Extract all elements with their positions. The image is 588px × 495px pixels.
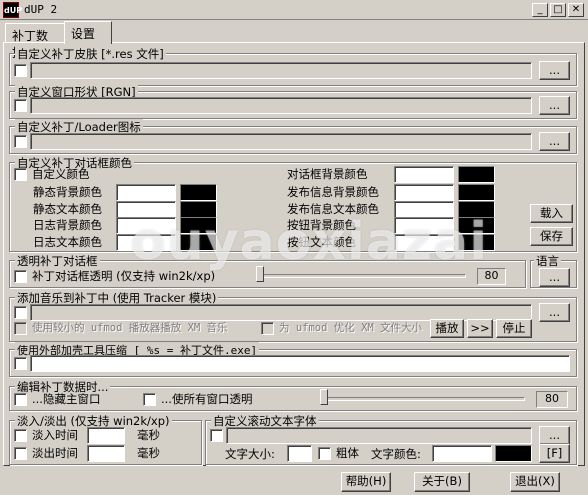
music-checkbox[interactable] (14, 306, 27, 319)
font-color-label: 文字颜色: (371, 447, 421, 461)
button-bg-color-swatch[interactable] (458, 217, 495, 234)
close-icon[interactable]: ✕ (568, 3, 584, 17)
skin-checkbox[interactable] (14, 64, 27, 77)
play-button[interactable]: 播放 (430, 319, 464, 338)
scroll-font-browse-button[interactable]: ... (539, 426, 570, 445)
small-player-checkbox[interactable] (14, 322, 27, 335)
save-colors-button[interactable]: 保存 (530, 227, 573, 246)
transparent-all-checkbox[interactable] (143, 393, 156, 406)
packer-checkbox[interactable] (14, 357, 27, 370)
info-text-color-field[interactable] (394, 201, 454, 218)
edit-transparency-slider-thumb[interactable] (320, 389, 328, 405)
static-bg-color-swatch[interactable] (180, 184, 217, 201)
transparency-checkbox[interactable] (14, 270, 27, 283)
icon-path-field[interactable] (30, 133, 532, 150)
maximize-icon[interactable]: □ (550, 3, 566, 17)
log-bg-color-swatch[interactable] (180, 217, 217, 234)
log-text-color-label: 日志文本颜色 (33, 235, 102, 249)
about-button[interactable]: 关于(B) (414, 472, 470, 492)
log-bg-color-label: 日志背景颜色 (33, 218, 102, 232)
fade-in-unit: 毫秒 (137, 428, 160, 442)
bold-label: 粗体 (336, 446, 359, 460)
optimize-xm-checkbox[interactable] (261, 322, 274, 335)
dialog-bg-color-swatch[interactable] (458, 166, 495, 183)
dialog-bg-color-field[interactable] (394, 166, 454, 183)
static-text-color-field[interactable] (116, 201, 176, 218)
button-text-color-swatch[interactable] (458, 234, 495, 251)
window-title: dUP 2 (24, 3, 58, 16)
exit-button[interactable]: 退出(X) (510, 472, 560, 492)
transparency-slider-track[interactable] (258, 274, 466, 278)
icon-browse-button[interactable]: ... (539, 132, 570, 151)
font-size-field[interactable] (287, 445, 312, 462)
load-colors-button[interactable]: 载入 (530, 204, 573, 223)
bold-checkbox[interactable] (318, 447, 331, 460)
fade-in-time-field[interactable] (87, 427, 125, 444)
fade-out-unit: 毫秒 (137, 446, 160, 460)
custom-colors-checkbox[interactable] (14, 168, 27, 181)
scroll-font-field[interactable] (226, 427, 532, 444)
font-color-swatch[interactable] (495, 445, 532, 462)
log-text-color-swatch[interactable] (180, 234, 217, 251)
language-browse-button[interactable]: ... (539, 268, 570, 287)
transparency-slider-thumb[interactable] (256, 266, 264, 282)
region-browse-button[interactable]: ... (539, 96, 570, 115)
hide-main-window-label: ...隐藏主窗口 (32, 392, 101, 406)
tab-label: 设置 (71, 27, 96, 41)
language-group-title: 语言 (534, 253, 561, 269)
font-picker-button[interactable]: [F] (539, 444, 570, 463)
button-text-color-label: 按钮文本颜色 (287, 235, 356, 249)
fade-out-time-field[interactable] (87, 445, 125, 462)
help-button[interactable]: 帮助(H) (341, 472, 391, 492)
button-bg-color-label: 按钮背景颜色 (287, 218, 356, 232)
icon-checkbox[interactable] (14, 135, 27, 148)
transparency-label: 补丁对话框透明 (仅支持 win2k/xp) (32, 269, 216, 283)
packer-command-field[interactable] (30, 355, 570, 372)
info-text-color-swatch[interactable] (458, 201, 495, 218)
button-bg-color-field[interactable] (394, 217, 454, 234)
edit-transparency-slider-track[interactable] (325, 397, 525, 401)
small-player-label: 使用较小的 ufmod 播放器播放 XM 音乐 (32, 322, 228, 334)
region-checkbox[interactable] (14, 99, 27, 112)
transparency-group-title: 透明补丁对话框 (15, 253, 100, 269)
tab-settings[interactable]: 设置 (64, 21, 112, 44)
skin-path-field[interactable] (30, 62, 532, 79)
dialog-bg-color-label: 对话框背景颜色 (287, 167, 368, 181)
transparent-all-label: ...使所有窗口透明 (161, 392, 253, 406)
fade-out-label: 淡出时间 (32, 446, 78, 460)
static-bg-color-field[interactable] (116, 184, 176, 201)
region-path-field[interactable] (30, 97, 532, 114)
skin-group-title: 自定义补丁皮肤 [*.res 文件] (15, 46, 166, 62)
fade-in-label: 淡入时间 (32, 428, 78, 442)
static-text-color-label: 静态文本颜色 (33, 202, 102, 216)
font-color-field[interactable] (432, 445, 492, 462)
fade-in-checkbox[interactable] (14, 429, 27, 442)
static-bg-color-label: 静态背景颜色 (33, 185, 102, 199)
info-bg-color-label: 发布信息背景颜色 (287, 185, 379, 199)
custom-colors-label: 自定义颜色 (32, 167, 90, 181)
button-text-color-field[interactable] (394, 234, 454, 251)
info-bg-color-field[interactable] (394, 184, 454, 201)
minimize-icon[interactable]: _ (532, 3, 548, 17)
log-text-color-field[interactable] (116, 234, 176, 251)
next-button[interactable]: >> (467, 319, 493, 338)
music-browse-button[interactable]: ... (539, 303, 570, 322)
edit-transparency-value: 80 (536, 391, 568, 408)
scroll-font-checkbox[interactable] (210, 429, 223, 442)
info-bg-color-swatch[interactable] (458, 184, 495, 201)
stop-button[interactable]: 停止 (496, 319, 532, 338)
tab-patch-data[interactable]: 补丁数据 (5, 23, 65, 60)
app-icon: dUP (3, 2, 22, 18)
log-bg-color-field[interactable] (116, 217, 176, 234)
static-text-color-swatch[interactable] (180, 201, 217, 218)
info-text-color-label: 发布信息文本颜色 (287, 202, 379, 216)
title-bar[interactable] (0, 0, 588, 20)
font-size-label: 文字大小: (225, 447, 275, 461)
skin-browse-button[interactable]: ... (539, 61, 570, 80)
transparency-value: 80 (477, 268, 506, 285)
optimize-xm-label: 为 ufmod 优化 XM 文件大小 (279, 322, 423, 334)
fade-out-checkbox[interactable] (14, 447, 27, 460)
hide-main-window-checkbox[interactable] (14, 393, 27, 406)
